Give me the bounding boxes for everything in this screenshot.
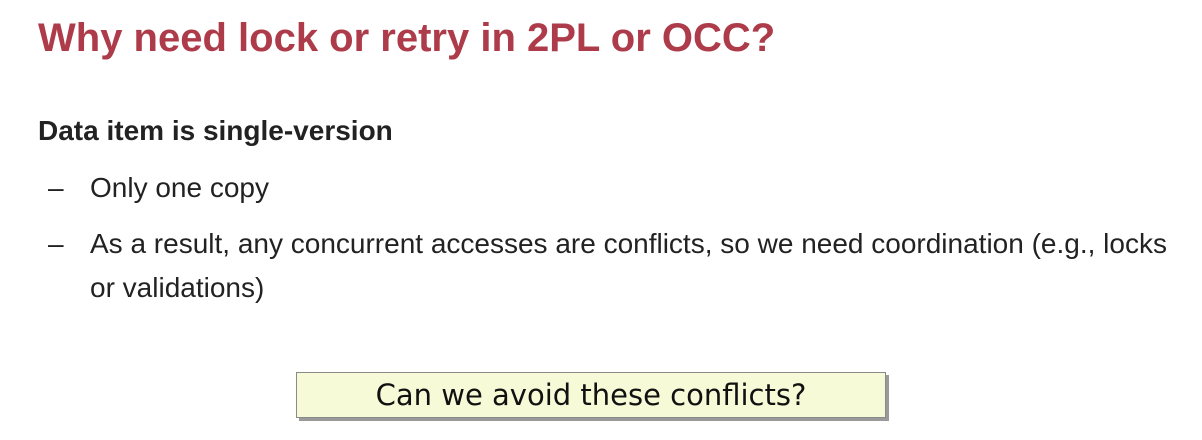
bullet-text: As a result, any concurrent accesses are…: [90, 228, 1167, 303]
bullet-list: – Only one copy – As a result, any concu…: [48, 166, 1198, 322]
bullet-item: – Only one copy: [48, 166, 1198, 210]
bullet-text: Only one copy: [90, 172, 269, 203]
section-heading: Data item is single-version: [38, 115, 393, 146]
dash-marker: –: [48, 228, 64, 259]
callout-box: Can we avoid these conflicts?: [296, 372, 886, 418]
slide: Why need lock or retry in 2PL or OCC? Da…: [0, 0, 1202, 440]
slide-title: Why need lock or retry in 2PL or OCC?: [38, 16, 776, 60]
dash-marker: –: [48, 172, 64, 203]
bullet-item: – As a result, any concurrent accesses a…: [48, 222, 1198, 310]
